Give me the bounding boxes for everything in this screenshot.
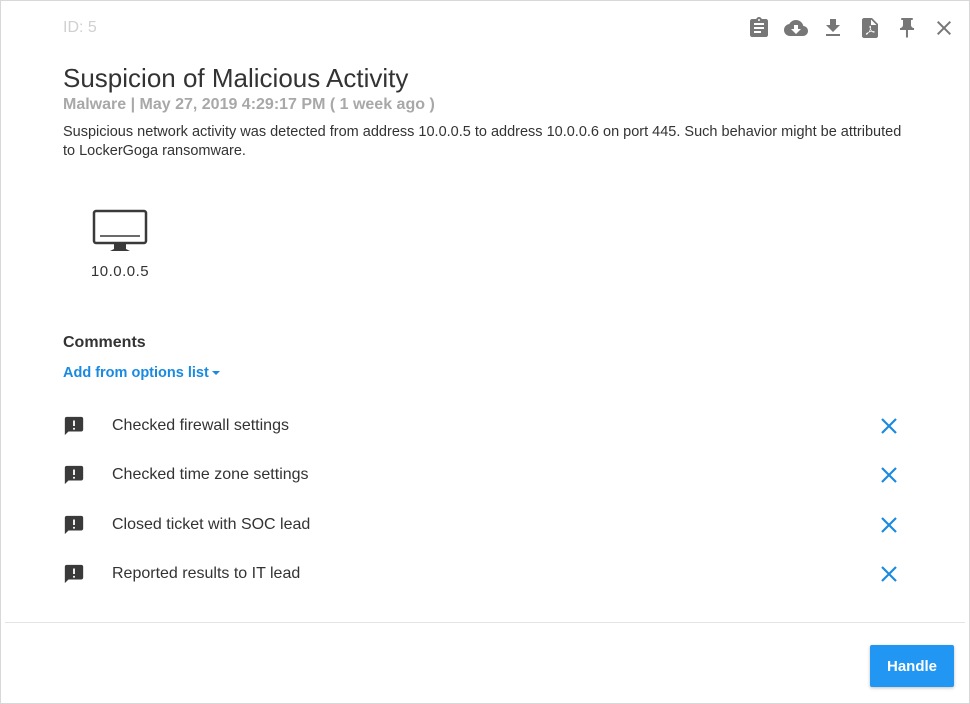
comment-list: Checked firewall settings Checked time z… [63, 401, 913, 599]
comment-alert-icon [63, 464, 85, 486]
comment-text: Closed ticket with SOC lead [112, 515, 311, 533]
comment-alert-icon [63, 415, 85, 437]
comment-text: Reported results to IT lead [112, 565, 301, 583]
pin-icon[interactable] [892, 13, 922, 43]
alert-title: Suspicion of Malicious Activity [63, 63, 409, 93]
comments-heading: Comments [63, 334, 146, 351]
comment-text: Checked firewall settings [112, 416, 289, 434]
asset-label: 10.0.0.5 [90, 263, 150, 280]
comment-text: Checked time zone settings [112, 466, 309, 484]
caret-down-icon [211, 371, 220, 375]
comment-item: Checked firewall settings [63, 401, 913, 451]
monitor-icon [92, 209, 148, 251]
add-from-options-dropdown[interactable]: Add from options list [63, 365, 220, 381]
comment-alert-icon [63, 563, 85, 585]
remove-comment-icon[interactable] [878, 514, 900, 536]
alert-meta: Malware | May 27, 2019 4:29:17 PM ( 1 we… [63, 96, 435, 113]
remove-comment-icon[interactable] [878, 464, 900, 486]
dialog-toolbar [737, 13, 959, 43]
comment-item: Closed ticket with SOC lead [63, 500, 913, 550]
download-icon[interactable] [818, 13, 848, 43]
remove-comment-icon[interactable] [878, 563, 900, 585]
add-from-options-label: Add from options list [63, 365, 209, 381]
alert-description: Suspicious network activity was detected… [63, 124, 902, 159]
comment-alert-icon [63, 514, 85, 536]
handle-button[interactable]: Handle [870, 645, 954, 687]
alert-dialog: ID: 5 Suspicion of Malicious Activity Ma… [0, 0, 970, 704]
comment-item: Reported results to IT lead [63, 550, 913, 600]
pdf-icon[interactable] [855, 13, 885, 43]
comment-item: Checked time zone settings [63, 451, 913, 501]
footer-divider [5, 622, 965, 623]
alert-id: ID: 5 [63, 19, 97, 36]
cloud-download-icon[interactable] [781, 13, 811, 43]
clipboard-icon[interactable] [744, 13, 774, 43]
remove-comment-icon[interactable] [878, 415, 900, 437]
close-icon[interactable] [929, 13, 959, 43]
asset-entity[interactable]: 10.0.0.5 [83, 209, 157, 280]
